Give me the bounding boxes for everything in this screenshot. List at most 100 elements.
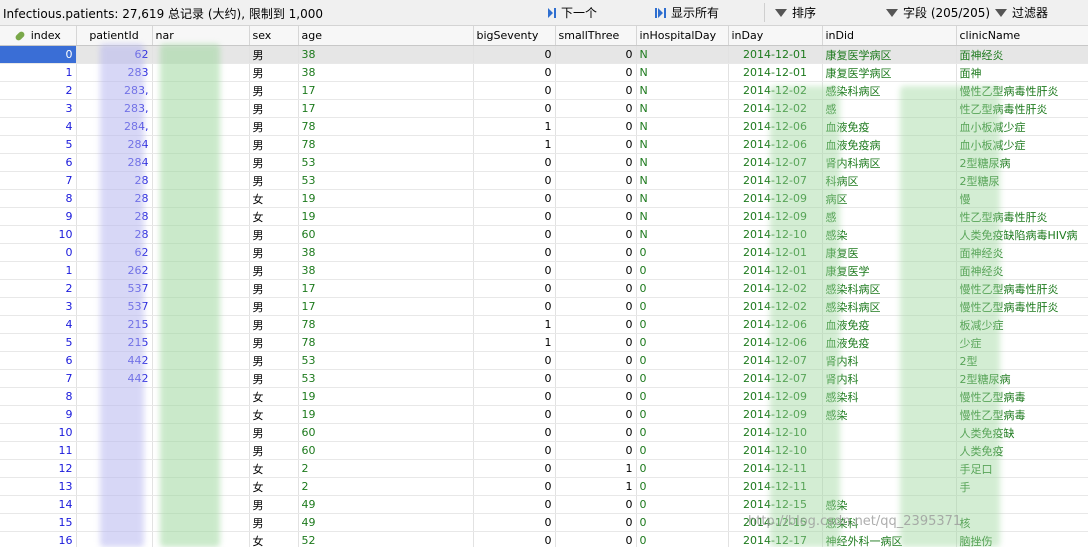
cell-sex[interactable]: 男	[249, 117, 299, 136]
cell-ihd[interactable]: 0	[636, 459, 729, 478]
cell-big[interactable]: 0	[473, 441, 556, 460]
cell-ihd[interactable]: N	[636, 207, 729, 226]
cell-index[interactable]: 0	[0, 243, 77, 262]
cell-big[interactable]: 0	[473, 459, 556, 478]
cell-age[interactable]: 17	[298, 99, 474, 118]
cell-age[interactable]: 53	[298, 369, 474, 388]
cell-ihd[interactable]: N	[636, 153, 729, 172]
cell-ihd[interactable]: N	[636, 117, 729, 136]
cell-age[interactable]: 78	[298, 315, 474, 334]
cell-age[interactable]: 78	[298, 117, 474, 136]
cell-ihd[interactable]: 0	[636, 279, 729, 298]
cell-age[interactable]: 19	[298, 387, 474, 406]
cell-ihd[interactable]: 0	[636, 495, 729, 514]
cell-age[interactable]: 17	[298, 81, 474, 100]
cell-big[interactable]: 0	[473, 531, 556, 547]
cell-big[interactable]: 0	[473, 45, 556, 64]
cell-ihd[interactable]: N	[636, 135, 729, 154]
cell-small[interactable]: 0	[555, 315, 637, 334]
cell-age[interactable]: 17	[298, 297, 474, 316]
cell-small[interactable]: 0	[555, 495, 637, 514]
cell-sex[interactable]: 男	[249, 171, 299, 190]
cell-age[interactable]: 19	[298, 405, 474, 424]
cell-sex[interactable]: 男	[249, 495, 299, 514]
cell-sex[interactable]: 女	[249, 405, 299, 424]
cell-index[interactable]: 9	[0, 405, 77, 424]
cell-big[interactable]: 0	[473, 171, 556, 190]
cell-age[interactable]: 53	[298, 153, 474, 172]
cell-small[interactable]: 0	[555, 153, 637, 172]
cell-index[interactable]: 15	[0, 513, 77, 532]
cell-ihd[interactable]: 0	[636, 243, 729, 262]
column-header-sex[interactable]: sex	[249, 26, 299, 46]
cell-ihd[interactable]: 0	[636, 261, 729, 280]
cell-age[interactable]: 53	[298, 351, 474, 370]
cell-index[interactable]: 9	[0, 207, 77, 226]
cell-index[interactable]: 7	[0, 171, 77, 190]
cell-sex[interactable]: 男	[249, 243, 299, 262]
cell-sex[interactable]: 男	[249, 45, 299, 64]
cell-day[interactable]: 2014-12-01	[728, 45, 823, 64]
column-header-indid[interactable]: inDid	[822, 26, 957, 46]
cell-big[interactable]: 0	[473, 81, 556, 100]
next-button[interactable]: 下一个	[548, 4, 597, 21]
cell-age[interactable]: 2	[298, 459, 474, 478]
cell-ihd[interactable]: 0	[636, 513, 729, 532]
cell-big[interactable]: 0	[473, 261, 556, 280]
cell-ihd[interactable]: N	[636, 189, 729, 208]
cell-sex[interactable]: 女	[249, 207, 299, 226]
cell-index[interactable]: 10	[0, 423, 77, 442]
cell-sex[interactable]: 男	[249, 99, 299, 118]
cell-age[interactable]: 38	[298, 63, 474, 82]
cell-index[interactable]: 8	[0, 189, 77, 208]
cell-sex[interactable]: 男	[249, 513, 299, 532]
cell-age[interactable]: 19	[298, 189, 474, 208]
cell-sex[interactable]: 男	[249, 351, 299, 370]
cell-index[interactable]: 10	[0, 225, 77, 244]
cell-age[interactable]: 60	[298, 441, 474, 460]
cell-ihd[interactable]: 0	[636, 423, 729, 442]
column-header-bigseventy[interactable]: bigSeventy	[473, 26, 556, 46]
column-header-index[interactable]: index	[0, 26, 77, 46]
cell-age[interactable]: 19	[298, 207, 474, 226]
cell-big[interactable]: 0	[473, 405, 556, 424]
cell-big[interactable]: 0	[473, 243, 556, 262]
cell-ihd[interactable]: 0	[636, 405, 729, 424]
cell-index[interactable]: 1	[0, 63, 77, 82]
cell-small[interactable]: 0	[555, 189, 637, 208]
cell-index[interactable]: 3	[0, 99, 77, 118]
cell-did[interactable]: 康复医学病区	[822, 63, 957, 82]
cell-small[interactable]: 0	[555, 117, 637, 136]
cell-index[interactable]: 11	[0, 441, 77, 460]
cell-index[interactable]: 6	[0, 153, 77, 172]
cell-index[interactable]: 13	[0, 477, 77, 496]
cell-small[interactable]: 0	[555, 423, 637, 442]
fields-button[interactable]: 字段 (205/205)	[886, 4, 990, 21]
sort-button[interactable]: 排序	[775, 4, 816, 21]
cell-sex[interactable]: 男	[249, 369, 299, 388]
cell-sex[interactable]: 男	[249, 297, 299, 316]
cell-small[interactable]: 0	[555, 351, 637, 370]
cell-age[interactable]: 38	[298, 261, 474, 280]
cell-small[interactable]: 0	[555, 225, 637, 244]
cell-small[interactable]: 0	[555, 387, 637, 406]
cell-small[interactable]: 0	[555, 135, 637, 154]
column-header-smallthree[interactable]: smallThree	[555, 26, 637, 46]
cell-big[interactable]: 0	[473, 423, 556, 442]
cell-sex[interactable]: 女	[249, 531, 299, 547]
cell-big[interactable]: 0	[473, 63, 556, 82]
cell-big[interactable]: 0	[473, 387, 556, 406]
cell-sex[interactable]: 男	[249, 63, 299, 82]
cell-ihd[interactable]: 0	[636, 315, 729, 334]
cell-sex[interactable]: 女	[249, 477, 299, 496]
cell-ihd[interactable]: 0	[636, 441, 729, 460]
cell-big[interactable]: 1	[473, 315, 556, 334]
cell-big[interactable]: 0	[473, 495, 556, 514]
cell-clinic[interactable]: 面神	[956, 63, 1088, 82]
cell-small[interactable]: 0	[555, 405, 637, 424]
cell-sex[interactable]: 男	[249, 81, 299, 100]
cell-age[interactable]: 38	[298, 243, 474, 262]
cell-index[interactable]: 8	[0, 387, 77, 406]
cell-ihd[interactable]: N	[636, 99, 729, 118]
filter-button[interactable]: 过滤器	[995, 4, 1048, 21]
